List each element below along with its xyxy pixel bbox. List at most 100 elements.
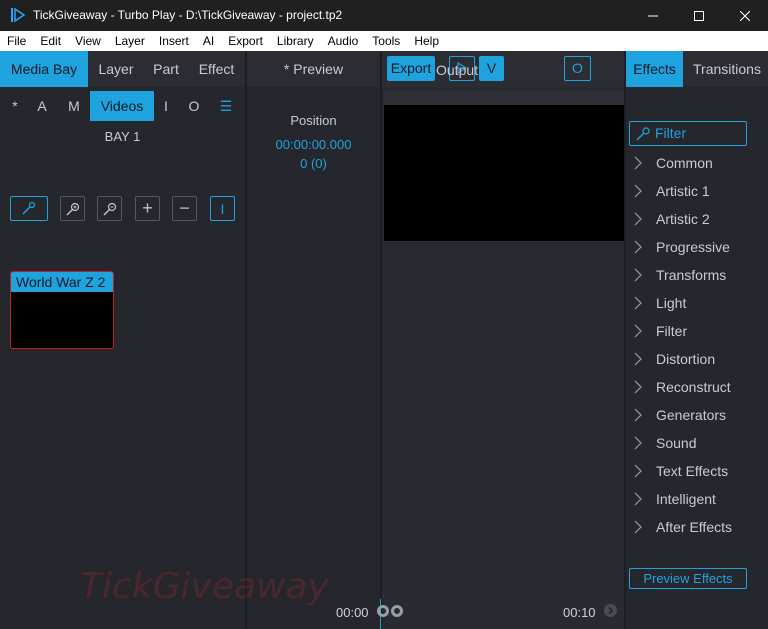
category-label: Progressive: [656, 239, 730, 255]
close-button[interactable]: [722, 0, 768, 31]
chevron-right-icon: [634, 184, 642, 198]
menu-library[interactable]: Library: [270, 31, 321, 51]
category-label: Text Effects: [656, 463, 729, 479]
effect-category-transforms[interactable]: Transforms: [626, 265, 768, 285]
menu-insert[interactable]: Insert: [152, 31, 196, 51]
effect-category-artistic-2[interactable]: Artistic 2: [626, 209, 768, 229]
window-title: TickGiveaway - Turbo Play - D:\TickGivea…: [33, 8, 343, 22]
magic-wand-button[interactable]: [10, 196, 48, 221]
subtab-music[interactable]: M: [60, 91, 88, 121]
tab-preview[interactable]: * Preview: [247, 51, 380, 87]
category-label: Artistic 2: [656, 211, 710, 227]
category-label: After Effects: [656, 519, 732, 535]
timeline-start-time: 00:00: [336, 605, 369, 620]
effects-panel: Effects Transitions Filter Common Artist…: [626, 51, 768, 629]
chevron-right-icon: [634, 492, 642, 506]
category-label: Filter: [656, 323, 688, 339]
preview-effects-button[interactable]: Preview Effects: [629, 568, 747, 589]
effect-category-intelligent[interactable]: Intelligent: [626, 489, 768, 509]
zoom-in-icon: [65, 202, 79, 216]
add-button[interactable]: +: [135, 196, 160, 221]
chevron-right-icon: [634, 436, 642, 450]
position-frame: 0 (0): [300, 156, 327, 171]
subtab-images[interactable]: I: [156, 91, 176, 121]
magic-wand-icon: [22, 201, 36, 215]
out-marker-icon[interactable]: [391, 605, 403, 617]
subtab-videos[interactable]: Videos: [90, 91, 154, 121]
chevron-right-icon: [634, 212, 642, 226]
chevron-right-icon: [634, 156, 642, 170]
export-button[interactable]: Export: [387, 56, 435, 81]
effect-category-light[interactable]: Light: [626, 293, 768, 313]
menu-bar: File Edit View Layer Insert AI Export Li…: [0, 31, 768, 51]
subtab-audio[interactable]: A: [30, 91, 54, 121]
effect-category-progressive[interactable]: Progressive: [626, 237, 768, 257]
list-view-toggle[interactable]: ☰: [214, 91, 238, 121]
effect-category-sound[interactable]: Sound: [626, 433, 768, 453]
category-label: Common: [656, 155, 713, 171]
in-marker-icon[interactable]: [377, 605, 389, 617]
menu-file[interactable]: File: [0, 31, 33, 51]
zoom-out-icon: [102, 202, 116, 216]
menu-audio[interactable]: Audio: [321, 31, 366, 51]
maximize-button[interactable]: [676, 0, 722, 31]
menu-edit[interactable]: Edit: [33, 31, 68, 51]
category-label: Generators: [656, 407, 727, 423]
chevron-right-icon: [634, 380, 642, 394]
tab-transitions[interactable]: Transitions: [686, 51, 768, 87]
timeline-forward-button[interactable]: [604, 604, 617, 617]
magic-wand-icon: [636, 127, 650, 141]
watermark: TickGiveaway: [80, 566, 329, 607]
subtab-all[interactable]: *: [4, 91, 26, 121]
clip-title: World War Z 2: [11, 272, 113, 292]
zoom-out-button[interactable]: [97, 196, 122, 221]
effect-category-after-effects[interactable]: After Effects: [626, 517, 768, 537]
media-clip[interactable]: World War Z 2: [10, 271, 114, 349]
menu-ai[interactable]: AI: [196, 31, 221, 51]
video-preview[interactable]: [384, 105, 624, 241]
effect-category-generators[interactable]: Generators: [626, 405, 768, 425]
menu-export[interactable]: Export: [221, 31, 270, 51]
effect-category-reconstruct[interactable]: Reconstruct: [626, 377, 768, 397]
chevron-right-icon: [634, 240, 642, 254]
filter-button[interactable]: Filter: [629, 121, 747, 146]
menu-help[interactable]: Help: [407, 31, 446, 51]
chevron-right-icon: [608, 606, 614, 615]
maximize-icon: [694, 10, 704, 21]
tab-effect[interactable]: Effect: [188, 51, 245, 87]
tab-part[interactable]: Part: [144, 51, 188, 87]
title-bar: TickGiveaway - Turbo Play - D:\TickGivea…: [0, 0, 768, 31]
effect-category-filter[interactable]: Filter: [626, 321, 768, 341]
effect-category-common[interactable]: Common: [626, 153, 768, 173]
effect-category-distortion[interactable]: Distortion: [626, 349, 768, 369]
chevron-right-icon: [634, 324, 642, 338]
category-label: Distortion: [656, 351, 716, 367]
zoom-in-button[interactable]: [60, 196, 85, 221]
effects-tab-row: Effects Transitions: [626, 51, 768, 87]
category-label: Reconstruct: [656, 379, 731, 395]
video-toggle-button[interactable]: V: [479, 56, 504, 81]
minimize-button[interactable]: [630, 0, 676, 31]
overlay-toggle-button[interactable]: O: [564, 56, 591, 81]
left-tab-row: Media Bay Layer Part Effect: [0, 51, 245, 87]
close-icon: [740, 10, 750, 21]
tab-layer[interactable]: Layer: [88, 51, 144, 87]
timeline-end-time: 00:10: [563, 605, 596, 620]
menu-view[interactable]: View: [68, 31, 108, 51]
remove-button[interactable]: −: [172, 196, 197, 221]
chevron-right-icon: [634, 464, 642, 478]
subtab-other[interactable]: O: [182, 91, 206, 121]
output-toolbar: Export Output V O: [382, 51, 624, 87]
effect-category-text-effects[interactable]: Text Effects: [626, 461, 768, 481]
category-label: Transforms: [656, 267, 727, 283]
position-time: 00:00:00.000: [275, 137, 352, 152]
chevron-right-icon: [634, 352, 642, 366]
tab-effects[interactable]: Effects: [626, 51, 683, 87]
effect-category-artistic-1[interactable]: Artistic 1: [626, 181, 768, 201]
category-label: Artistic 1: [656, 183, 710, 199]
menu-tools[interactable]: Tools: [365, 31, 407, 51]
tab-media-bay[interactable]: Media Bay: [0, 51, 88, 87]
info-button[interactable]: I: [210, 196, 235, 221]
position-label: Position: [290, 113, 337, 128]
menu-layer[interactable]: Layer: [108, 31, 152, 51]
